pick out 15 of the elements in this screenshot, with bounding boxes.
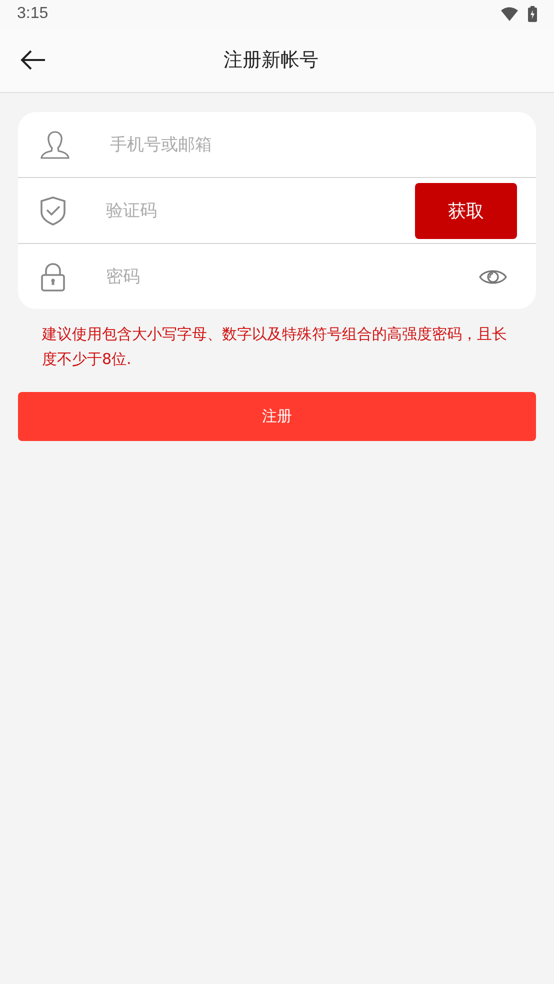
eye-icon[interactable] (479, 268, 507, 286)
password-hint: 建议使用包含大小写字母、数字以及特殊符号组合的高强度密码，且长度不少于8位. (40, 324, 508, 370)
lock-icon (40, 262, 66, 292)
get-code-button[interactable]: 获取 (415, 182, 517, 238)
input-field[interactable]: 密码 (106, 260, 479, 292)
page-title: 注册新帐号 (222, 48, 320, 73)
wifi-icon (501, 7, 518, 21)
user-icon (40, 130, 70, 160)
shield-check-icon (40, 196, 66, 226)
input-field[interactable]: 手机号或邮箱 (110, 128, 517, 160)
register-button[interactable]: 注册 (18, 392, 536, 441)
input-field[interactable]: 验证码 (106, 194, 415, 226)
status-time: 3:15 (17, 5, 48, 23)
battery-icon (528, 6, 537, 22)
back-icon[interactable] (20, 50, 46, 70)
